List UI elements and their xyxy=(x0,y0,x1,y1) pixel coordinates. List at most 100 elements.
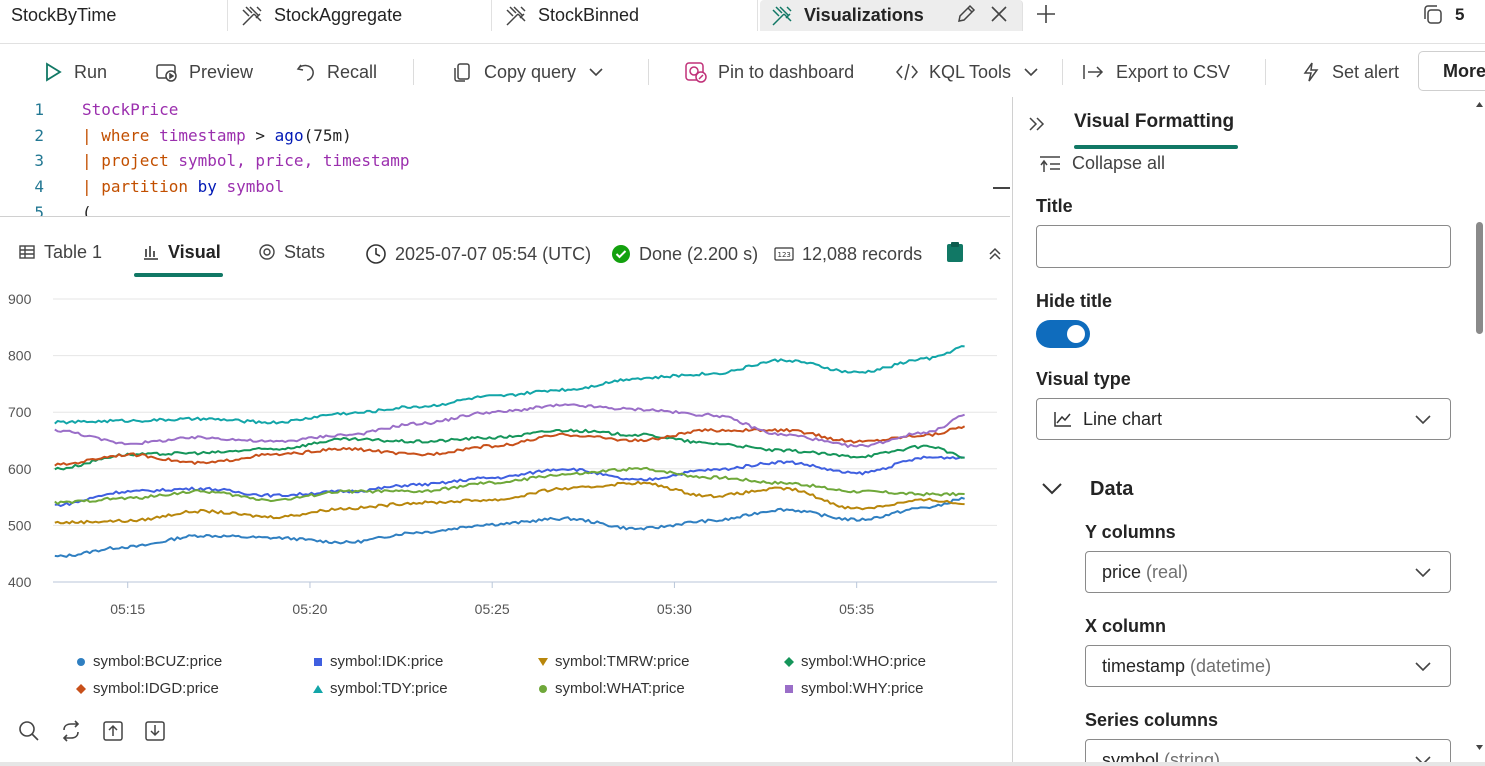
chart-svg: 400 500 600 700 800 900 05:15 05:20 05:25 05:30 05… xyxy=(8,291,997,617)
query-editor[interactable]: 1 StockPrice 2 | where timestamp > ago(7… xyxy=(0,97,1010,217)
legend-item[interactable]: symbol:IDK:price xyxy=(312,653,443,670)
toggle-knob xyxy=(1067,325,1085,343)
code-token: where xyxy=(101,126,150,145)
tab-stockaggregate[interactable]: StockAggregate xyxy=(230,0,492,31)
pin-to-dashboard-button[interactable]: Pin to dashboard xyxy=(684,50,854,94)
query-time: 2025-07-07 05:54 (UTC) xyxy=(365,232,591,276)
tab-stockbinned[interactable]: StockBinned xyxy=(494,0,758,31)
tab-stockbytime[interactable]: StockByTime xyxy=(0,0,228,31)
legend-marker-icon xyxy=(783,656,795,668)
line-number: 5 xyxy=(34,203,44,217)
chevron-up-double-icon xyxy=(989,247,1001,260)
kql-tools-button[interactable]: KQL Tools xyxy=(895,50,1039,94)
x-tick-label: 05:35 xyxy=(839,601,874,617)
legend-label: symbol:IDK:price xyxy=(330,653,444,670)
panel-title-underline xyxy=(1074,145,1238,149)
data-section-header[interactable]: Data xyxy=(1090,478,1133,501)
zoom-icon[interactable] xyxy=(18,720,40,747)
tab-label: StockAggregate xyxy=(274,5,403,25)
legend-label: symbol:WHAT:price xyxy=(555,680,685,697)
legend-item[interactable]: symbol:BCUZ:price xyxy=(75,653,222,670)
code-token: > xyxy=(245,126,275,145)
series-line-why xyxy=(54,403,965,448)
legend-marker-icon xyxy=(312,683,324,695)
chart-legend: symbol:BCUZ:price symbol:IDK:price symbol:… xyxy=(0,648,1010,708)
scrollbar-thumb[interactable] xyxy=(1476,222,1483,334)
export-up-icon[interactable] xyxy=(102,720,124,747)
clipboard-icon[interactable] xyxy=(946,241,964,268)
collapse-panel-icon[interactable] xyxy=(1027,115,1047,138)
line-number: 2 xyxy=(34,126,44,145)
close-icon[interactable] xyxy=(988,3,1010,30)
set-alert-button[interactable]: Set alert xyxy=(1300,50,1399,94)
run-button[interactable]: Run xyxy=(42,50,107,94)
panel-title[interactable]: Visual Formatting xyxy=(1074,111,1234,133)
series-line-bcuz xyxy=(54,496,965,558)
scroll-up-arrow-icon[interactable] xyxy=(1475,100,1484,109)
y-columns-type: (real) xyxy=(1146,561,1189,582)
download-icon[interactable] xyxy=(144,720,166,747)
add-tab-icon[interactable] xyxy=(1035,3,1057,30)
more-button[interactable]: More xyxy=(1418,51,1485,91)
hide-title-toggle[interactable] xyxy=(1036,320,1090,348)
collapse-all-button[interactable]: Collapse all xyxy=(1038,153,1165,174)
panel-scrollbar[interactable] xyxy=(1473,100,1485,766)
copy-query-button[interactable]: Copy query xyxy=(452,50,604,94)
preview-label: Preview xyxy=(189,61,254,82)
legend-marker-icon xyxy=(537,683,549,695)
x-column-dropdown[interactable]: timestamp (datetime) xyxy=(1085,645,1451,687)
x-tick-label: 05:15 xyxy=(110,601,145,617)
pipe-token: | xyxy=(82,126,102,145)
code-token: StockPrice xyxy=(82,100,179,119)
legend-label: symbol:WHO:price xyxy=(801,653,927,670)
series-line-idgd xyxy=(54,425,966,467)
y-tick-label: 500 xyxy=(8,517,32,533)
tab-visual[interactable]: Visual xyxy=(142,230,221,274)
y-columns-dropdown[interactable]: price (real) xyxy=(1085,551,1451,593)
success-check-icon xyxy=(612,245,630,263)
line-chart[interactable]: 400 500 600 700 800 900 05:15 05:20 05:25 05:30 05… xyxy=(0,285,1010,630)
legend-item[interactable]: symbol:TDY:price xyxy=(312,680,448,697)
kql-tools-label: KQL Tools xyxy=(929,61,1012,82)
legend-label: symbol:WHY:price xyxy=(801,680,924,697)
line-number: 4 xyxy=(34,177,44,196)
legend-item[interactable]: symbol:WHO:price xyxy=(783,653,926,670)
tab-table-1[interactable]: Table 1 xyxy=(18,230,102,274)
query-tab-bar: StockByTime StockAggregate StockBinned V… xyxy=(0,0,1485,44)
scroll-down-arrow-icon[interactable] xyxy=(1475,743,1484,752)
reset-icon[interactable] xyxy=(60,720,82,747)
visual-type-label: Visual type xyxy=(1036,369,1131,389)
legend-item[interactable]: symbol:IDGD:price xyxy=(75,680,219,697)
collapse-all-label: Collapse all xyxy=(1072,153,1166,173)
recall-button[interactable]: Recall xyxy=(295,50,377,94)
x-tick-label: 05:20 xyxy=(292,601,327,617)
run-label: Run xyxy=(74,61,108,82)
tab-count[interactable]: 5 xyxy=(1421,3,1464,27)
export-csv-button[interactable]: Export to CSV xyxy=(1082,50,1230,94)
legend-item[interactable]: symbol:WHY:price xyxy=(783,680,924,697)
x-tick-label: 05:30 xyxy=(657,601,692,617)
chevron-down-icon xyxy=(1415,568,1431,578)
preview-button[interactable]: Preview xyxy=(155,50,253,94)
collapse-results-icon[interactable] xyxy=(987,245,1003,266)
series-line-who xyxy=(54,428,965,471)
pin-label: Pin to dashboard xyxy=(718,61,855,82)
chevron-down-icon xyxy=(1024,68,1038,77)
copy-tabs-icon xyxy=(1424,5,1442,24)
code-token: symbol, price, timestamp xyxy=(168,151,410,170)
code-line: 4 | partition by symbol xyxy=(0,174,284,199)
visual-type-dropdown[interactable]: Line chart xyxy=(1036,398,1451,440)
legend-item[interactable]: symbol:WHAT:price xyxy=(537,680,685,697)
stats-icon xyxy=(259,244,275,260)
title-input[interactable] xyxy=(1036,225,1451,268)
legend-item[interactable]: symbol:TMRW:price xyxy=(537,653,689,670)
data-section-chevron-icon[interactable] xyxy=(1041,481,1063,500)
tab-visualizations[interactable]: Visualizations xyxy=(760,0,1023,31)
visual-formatting-panel: Visual Formatting Collapse all Title Hid… xyxy=(1012,97,1485,766)
x-column-value: timestamp xyxy=(1102,655,1186,676)
tab-stats[interactable]: Stats xyxy=(258,230,325,274)
line-number: 3 xyxy=(34,151,44,170)
rename-pencil-icon[interactable] xyxy=(955,3,977,30)
number-icon: 123 xyxy=(774,247,794,261)
y-tick-label: 600 xyxy=(8,461,32,477)
